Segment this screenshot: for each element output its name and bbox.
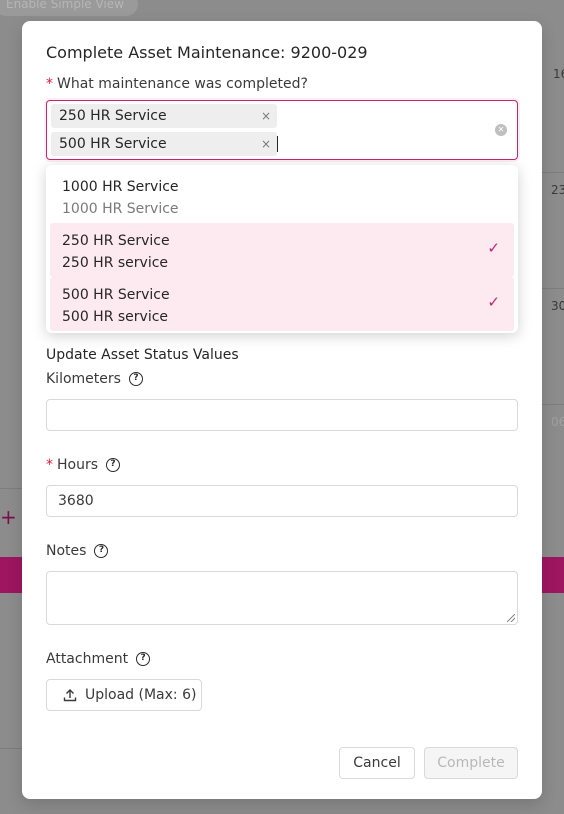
hours-label-text: Hours <box>57 457 99 473</box>
dropdown-option[interactable]: 250 HR Service 250 HR service ✓ <box>50 223 514 277</box>
option-subtitle: 250 HR service <box>62 255 169 271</box>
bg-row-number: 06 <box>551 415 564 429</box>
required-mark: * <box>46 457 53 473</box>
bg-divider <box>542 288 564 289</box>
simple-view-toggle: Enable Simple View <box>0 0 138 16</box>
attachment-label-text: Attachment <box>46 651 129 667</box>
help-icon[interactable]: ? <box>94 544 109 558</box>
status-section-title: Update Asset Status Values <box>46 347 239 363</box>
complete-button[interactable]: Complete <box>424 747 518 779</box>
selected-tag: 250 HR Service × <box>51 104 277 128</box>
option-subtitle: 500 HR service <box>62 309 169 325</box>
modal-title: Complete Asset Maintenance: 9200-029 <box>46 43 368 62</box>
maintenance-label-text: What maintenance was completed? <box>57 76 308 92</box>
tag-remove-icon[interactable]: × <box>261 104 271 128</box>
notes-label: Notes ? <box>46 543 109 559</box>
bg-row-number: 23 <box>551 183 564 197</box>
resize-grip-icon[interactable] <box>507 614 515 622</box>
bg-divider <box>0 488 22 489</box>
notes-label-text: Notes <box>46 543 87 559</box>
help-icon[interactable]: ? <box>128 372 143 386</box>
help-icon[interactable]: ? <box>106 458 121 472</box>
dropdown-option[interactable]: 1000 HR Service 1000 HR Service <box>50 169 514 223</box>
check-icon: ✓ <box>487 239 500 257</box>
upload-icon <box>63 689 77 702</box>
bg-divider <box>542 404 564 405</box>
kilometers-label-text: Kilometers <box>46 371 121 387</box>
text-caret <box>277 136 278 152</box>
check-icon: ✓ <box>487 293 500 311</box>
bg-row-number: 16 <box>553 67 564 81</box>
maintenance-field-label: * What maintenance was completed? <box>46 76 308 92</box>
selected-tag: 500 HR Service × <box>51 132 277 156</box>
bg-divider <box>542 172 564 173</box>
clear-icon[interactable]: ✕ <box>495 124 507 136</box>
option-title: 500 HR Service <box>62 287 170 303</box>
required-mark: * <box>46 76 53 92</box>
complete-maintenance-modal: Complete Asset Maintenance: 9200-029 * W… <box>22 21 542 799</box>
upload-label: Upload (Max: 6) <box>85 687 197 703</box>
bg-row-number: 30 <box>551 299 564 313</box>
option-title: 250 HR Service <box>62 233 170 249</box>
maintenance-dropdown: 1000 HR Service 1000 HR Service 250 HR S… <box>46 165 518 333</box>
kilometers-input[interactable] <box>46 399 518 431</box>
kilometers-label: Kilometers ? <box>46 371 143 387</box>
hours-label: * Hours ? <box>46 457 121 473</box>
dropdown-option[interactable]: 500 HR Service 500 HR service ✓ <box>50 277 514 331</box>
bg-divider <box>0 748 22 749</box>
option-subtitle: 1000 HR Service <box>62 201 179 217</box>
cancel-button[interactable]: Cancel <box>339 747 415 779</box>
maintenance-multiselect[interactable]: 250 HR Service × 500 HR Service × ✕ <box>46 100 518 160</box>
help-icon[interactable]: ? <box>136 652 151 666</box>
bg-plus-icon: + <box>0 505 17 529</box>
hours-input[interactable]: 3680 <box>46 485 518 517</box>
notes-textarea[interactable] <box>46 571 518 625</box>
tag-label: 500 HR Service <box>59 136 167 152</box>
upload-button[interactable]: Upload (Max: 6) <box>46 679 202 711</box>
tag-label: 250 HR Service <box>59 108 167 124</box>
attachment-label: Attachment ? <box>46 651 151 667</box>
option-title: 1000 HR Service <box>62 179 179 195</box>
tag-remove-icon[interactable]: × <box>261 132 271 156</box>
